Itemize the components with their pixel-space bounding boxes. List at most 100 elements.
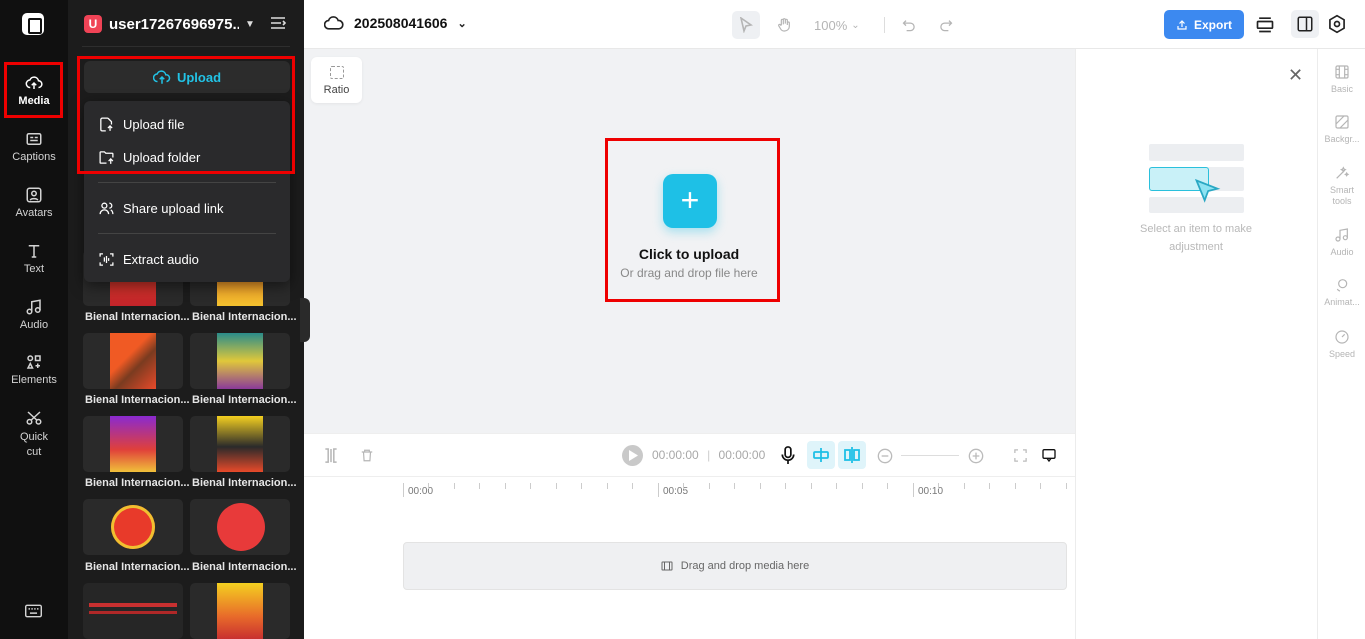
- tab-background[interactable]: Backgr...: [1318, 114, 1365, 145]
- current-time: 00:00:00: [652, 448, 699, 462]
- project-name: 202508041606: [354, 15, 448, 31]
- drag-drop-hint: Or drag and drop file here: [620, 266, 758, 280]
- upload-label: Upload: [176, 69, 222, 85]
- split-icon[interactable]: [324, 448, 338, 463]
- user-menu[interactable]: U user17267696975... ▼: [84, 14, 255, 34]
- adjustment-tabs: Basic Backgr... Smart tools Audio Animat…: [1317, 49, 1365, 639]
- rail-item-text[interactable]: Text: [0, 242, 68, 275]
- music-note-icon: [1335, 228, 1348, 242]
- redo-icon: [940, 20, 953, 32]
- rail-label-quick-cut: Quick cut: [19, 431, 49, 458]
- media-thumbnail-label: Bienal Internacion...: [85, 477, 189, 489]
- plus-icon[interactable]: +: [663, 174, 717, 228]
- hand-tool-button[interactable]: [770, 11, 798, 39]
- media-thumbnail-label: Bienal Internacion...: [85, 311, 189, 323]
- music-note-icon: [26, 299, 41, 315]
- menu-item-upload-file[interactable]: Upload file: [98, 114, 184, 134]
- menu-label-extract-audio: Extract audio: [123, 251, 199, 267]
- media-thumbnail[interactable]: [190, 333, 290, 389]
- redo-button[interactable]: [933, 11, 961, 39]
- tab-basic[interactable]: Basic: [1318, 64, 1365, 95]
- upload-dropdown-menu: Upload file Upload folder Share upload l…: [84, 101, 290, 282]
- zoom-in-icon[interactable]: [968, 448, 984, 464]
- menu-item-upload-folder[interactable]: Upload folder: [98, 147, 200, 167]
- rail-item-elements[interactable]: Elements: [0, 353, 68, 386]
- media-thumbnail[interactable]: [83, 499, 183, 555]
- tab-animation[interactable]: Animat...: [1318, 277, 1365, 308]
- menu-label-upload-file: Upload file: [123, 116, 185, 132]
- menu-item-extract-audio[interactable]: Extract audio: [98, 249, 199, 269]
- rail-label-media: Media: [18, 95, 50, 107]
- canvas-upload-zone[interactable]: + Click to upload Or drag and drop file …: [609, 142, 777, 300]
- tick-label: 00:05: [663, 486, 689, 497]
- tick-mark: [913, 483, 914, 497]
- media-thumbnail[interactable]: [83, 416, 183, 472]
- app-logo-icon[interactable]: [22, 13, 44, 35]
- media-thumbnail[interactable]: [190, 583, 290, 639]
- speedometer-icon: [1335, 330, 1349, 344]
- chevron-down-icon: ⌄: [457, 17, 467, 30]
- click-to-upload-label: Click to upload: [638, 246, 740, 262]
- tab-smart-tools[interactable]: Smart tools: [1318, 165, 1365, 207]
- zoom-slider[interactable]: [901, 455, 959, 456]
- media-thumbnail[interactable]: [190, 416, 290, 472]
- export-button[interactable]: Export: [1164, 10, 1244, 39]
- project-name-menu[interactable]: 202508041606 ⌄: [324, 15, 467, 31]
- magic-wand-icon: [1336, 166, 1350, 179]
- media-thumbnail-label: Bienal Internacion...: [192, 311, 296, 323]
- panel-menu-icon[interactable]: [270, 16, 286, 30]
- rail-item-quick-cut[interactable]: Quick cut: [0, 409, 68, 460]
- keyboard-icon[interactable]: [25, 604, 42, 618]
- zoom-select[interactable]: 100% ⌄: [814, 18, 860, 33]
- cloud-upload-icon: [25, 76, 43, 89]
- menu-item-share-upload-link[interactable]: Share upload link: [98, 198, 223, 218]
- ratio-button[interactable]: Ratio: [311, 57, 362, 103]
- chevron-down-icon: ▼: [245, 18, 255, 30]
- rail-item-captions[interactable]: Captions: [0, 130, 68, 163]
- zoom-level: 100%: [814, 17, 848, 33]
- rail-item-avatars[interactable]: Avatars: [0, 186, 68, 219]
- close-icon[interactable]: ✕: [1288, 65, 1303, 86]
- tab-audio[interactable]: Audio: [1318, 227, 1365, 258]
- zoom-out-icon[interactable]: [877, 448, 893, 464]
- tab-label-animation: Animat...: [1324, 297, 1360, 307]
- rail-label-audio: Audio: [19, 319, 49, 331]
- users-icon: [99, 202, 114, 214]
- upload-button[interactable]: Upload: [84, 61, 290, 93]
- tab-label-audio: Audio: [1330, 247, 1354, 257]
- auto-snap-button[interactable]: [807, 441, 835, 469]
- panel-collapse-handle[interactable]: [300, 298, 310, 342]
- rail-item-audio[interactable]: Audio: [0, 298, 68, 331]
- layers-icon[interactable]: [1255, 14, 1275, 34]
- play-icon: [629, 450, 638, 461]
- rail-item-media[interactable]: Media: [0, 74, 68, 107]
- select-tool-button[interactable]: [732, 11, 760, 39]
- chevron-down-icon: ⌄: [851, 19, 860, 31]
- time-separator: |: [707, 448, 711, 462]
- tab-speed[interactable]: Speed: [1318, 329, 1365, 360]
- media-thumbnail[interactable]: [83, 333, 183, 389]
- rail-label-text: Text: [23, 263, 45, 275]
- media-thumbnail-label: Bienal Internacion...: [192, 394, 296, 406]
- media-thumbnail[interactable]: [190, 499, 290, 555]
- microphone-icon[interactable]: [781, 446, 795, 465]
- snap-icon: [813, 448, 829, 462]
- cloud-icon: [324, 16, 344, 30]
- comment-icon[interactable]: [1041, 447, 1057, 463]
- elements-icon: [26, 355, 41, 369]
- timeline-area[interactable]: 00:00 00:05 00:10 Drag and drop media he…: [304, 476, 1075, 639]
- panel-toggle-button[interactable]: [1291, 10, 1319, 38]
- play-button[interactable]: [622, 445, 643, 466]
- undo-button[interactable]: [895, 11, 923, 39]
- timeline-drop-zone[interactable]: Drag and drop media here: [403, 542, 1067, 590]
- linkage-button[interactable]: [838, 441, 866, 469]
- avatar-icon: [26, 187, 42, 203]
- rail-label-elements: Elements: [11, 374, 57, 386]
- media-thumbnail[interactable]: [83, 583, 183, 639]
- username: user17267696975...: [109, 15, 239, 33]
- fit-icon[interactable]: [1013, 448, 1028, 463]
- cloud-upload-icon: [152, 70, 171, 84]
- toolbar-separator: [883, 17, 885, 33]
- trash-icon[interactable]: [360, 448, 374, 463]
- settings-icon[interactable]: [1327, 14, 1347, 34]
